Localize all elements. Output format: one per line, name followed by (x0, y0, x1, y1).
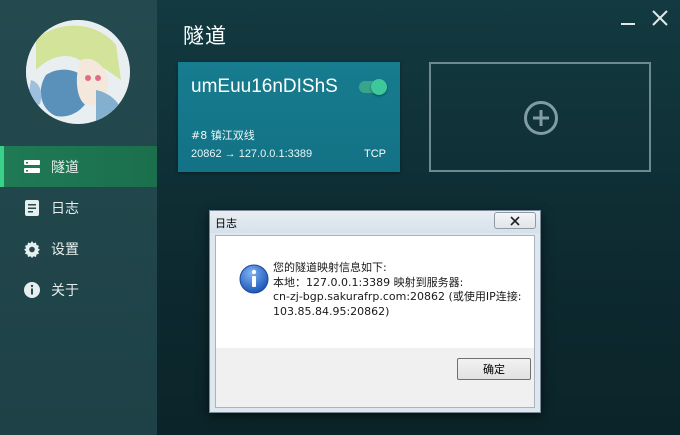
tunnel-card[interactable]: umEuu16nDIShS #8 镇江双线 20862 → 127.0.0.1:… (178, 62, 400, 172)
tunnel-name: umEuu16nDIShS (191, 76, 338, 97)
info-icon (239, 264, 269, 294)
server-icon (22, 157, 42, 177)
sidebar-item-tunnels[interactable]: 隧道 (0, 146, 157, 187)
dialog-content: 您的隧道映射信息如下: 本地：127.0.0.1:3389 映射到服务器: cn… (216, 236, 534, 348)
gear-icon (22, 239, 42, 259)
sidebar-item-about[interactable]: 关于 (0, 269, 157, 310)
minimize-icon (621, 23, 635, 25)
minimize-button[interactable] (618, 8, 638, 28)
tunnel-mapping: 20862 → 127.0.0.1:3389 (191, 148, 313, 160)
sidebar: 隧道 日志 设置 关于 (0, 0, 157, 435)
sidebar-nav: 隧道 日志 设置 关于 (0, 146, 157, 310)
sidebar-item-label: 关于 (51, 282, 79, 299)
message-line: 本地：127.0.0.1:3389 映射到服务器: (273, 275, 464, 289)
message-line: 103.85.84.95:20862) (273, 304, 390, 318)
tunnel-node: #8 镇江双线 (191, 129, 255, 142)
message-line: 您的隧道映射信息如下: (273, 261, 387, 274)
avatar (26, 20, 130, 124)
close-button[interactable] (650, 8, 670, 28)
add-tunnel-button[interactable] (429, 62, 651, 172)
dialog-body: 您的隧道映射信息如下: 本地：127.0.0.1:3389 映射到服务器: cn… (215, 235, 535, 408)
toggle-knob (371, 79, 387, 95)
sidebar-item-settings[interactable]: 设置 (0, 228, 157, 269)
tunnel-protocol: TCP (364, 148, 386, 160)
ok-button[interactable]: 确定 (457, 358, 531, 380)
dialog-message: 您的隧道映射信息如下: 本地：127.0.0.1:3389 映射到服务器: cn… (273, 261, 521, 319)
page-title: 隧道 (183, 24, 227, 48)
avatar-image (26, 20, 130, 124)
close-icon (510, 215, 520, 226)
dialog-title: 日志 (215, 217, 237, 230)
close-icon (652, 10, 668, 26)
sidebar-item-logs[interactable]: 日志 (0, 187, 157, 228)
sidebar-item-label: 隧道 (51, 159, 79, 176)
plus-circle-icon (524, 101, 558, 135)
tunnel-enable-toggle[interactable] (359, 79, 387, 95)
sidebar-item-label: 日志 (51, 200, 79, 217)
log-dialog: 日志 您的隧道映射信息如下: 本地：127.0.0.1:3389 映射到服务器: (209, 210, 541, 413)
message-line: cn-zj-bgp.sakurafrp.com:20862 (或使用IP连接: (273, 290, 522, 303)
sidebar-item-label: 设置 (51, 241, 79, 258)
info-icon (22, 280, 42, 300)
dialog-titlebar[interactable]: 日志 (210, 211, 540, 233)
dialog-close-button[interactable] (494, 212, 536, 229)
document-icon (22, 198, 42, 218)
